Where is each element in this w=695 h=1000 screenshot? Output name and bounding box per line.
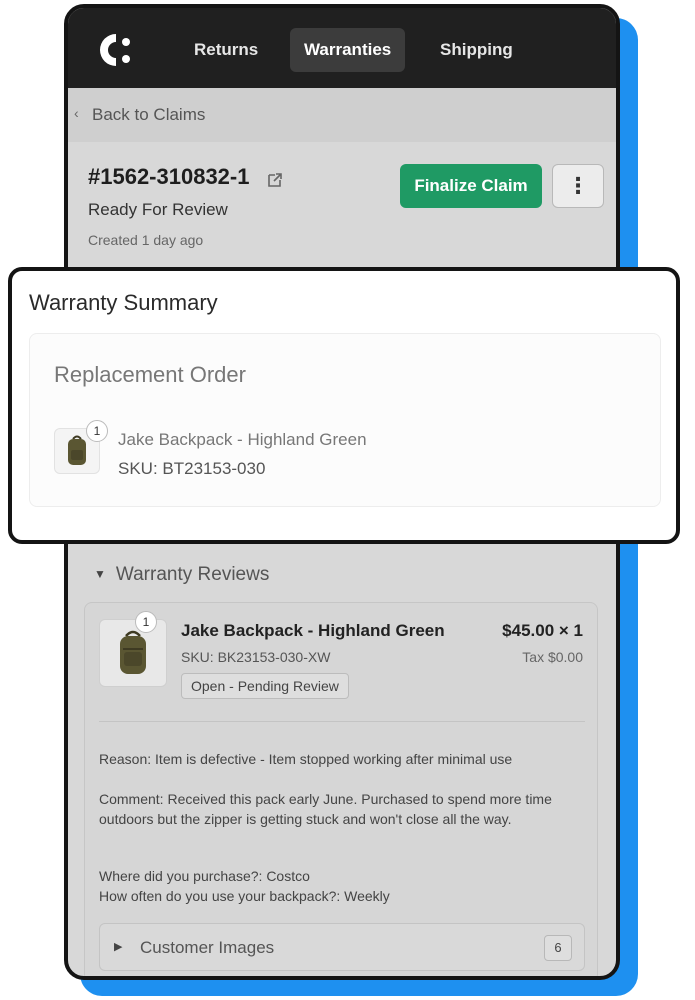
claim-id: #1562-310832-1: [88, 164, 250, 189]
chevron-left-icon: ‹: [74, 105, 79, 121]
backpack-icon: [120, 630, 146, 674]
review-reason: Reason: Item is defective - Item stopped…: [99, 751, 513, 767]
warranty-reviews-title: Warranty Reviews: [115, 564, 270, 585]
top-nav: Returns Warranties Shipping: [68, 8, 616, 88]
review-purchase-answer: Where did you purchase?: Costco: [99, 868, 310, 884]
tab-returns[interactable]: Returns: [180, 28, 272, 72]
review-item-name: Jake Backpack - Highland Green: [181, 621, 445, 640]
caret-right-icon: ▶: [114, 941, 123, 953]
review-item-tax: Tax $0.00: [522, 649, 583, 665]
external-link-icon[interactable]: [266, 171, 284, 189]
warranty-summary-card: Warranty Summary Replacement Order 1 Jak…: [8, 267, 680, 544]
back-label: Back to Claims: [92, 105, 206, 124]
back-to-claims-link[interactable]: ‹ Back to Claims: [68, 88, 616, 142]
claim-status: Ready For Review: [88, 200, 228, 219]
warranty-summary-title: Warranty Summary: [29, 290, 218, 315]
customer-images-label: Customer Images: [140, 938, 275, 957]
status-badge: Open - Pending Review: [181, 673, 349, 699]
replacement-qty-badge: 1: [86, 420, 108, 442]
customer-images-count: 6: [544, 935, 572, 961]
review-item-price: $45.00 × 1: [502, 621, 583, 640]
tab-warranties[interactable]: Warranties: [290, 28, 406, 72]
review-card: 1 Jake Backpack - Highland Green $45.00 …: [84, 602, 598, 976]
divider: [99, 721, 585, 722]
claim-header: #1562-310832-1 Ready For Review Created …: [68, 142, 616, 277]
review-item-thumbnail: [99, 619, 167, 687]
review-usage-answer: How often do you use your backpack?: Wee…: [99, 888, 390, 904]
finalize-claim-button[interactable]: Finalize Claim: [400, 164, 542, 208]
review-item-sku: SKU: BK23153-030-XW: [181, 649, 331, 665]
replacement-item-name: Jake Backpack - Highland Green: [118, 430, 367, 449]
claim-created: Created 1 day ago: [88, 232, 204, 248]
warranty-reviews-toggle[interactable]: ▼ Warranty Reviews: [94, 564, 269, 586]
customer-images-toggle[interactable]: ▶ Customer Images 6: [99, 923, 585, 971]
replacement-order-panel: Replacement Order 1 Jake Backpack - High…: [29, 333, 661, 507]
replacement-item-sku: SKU: BT23153-030: [118, 459, 266, 478]
review-comment: Comment: Received this pack early June. …: [99, 791, 552, 827]
review-qty-badge: 1: [135, 611, 157, 633]
more-options-button[interactable]: ⋮: [552, 164, 604, 208]
caret-down-icon: ▼: [94, 567, 106, 581]
replacement-order-title: Replacement Order: [54, 362, 246, 387]
tab-shipping[interactable]: Shipping: [426, 28, 527, 72]
brand-logo-icon: [100, 34, 130, 66]
